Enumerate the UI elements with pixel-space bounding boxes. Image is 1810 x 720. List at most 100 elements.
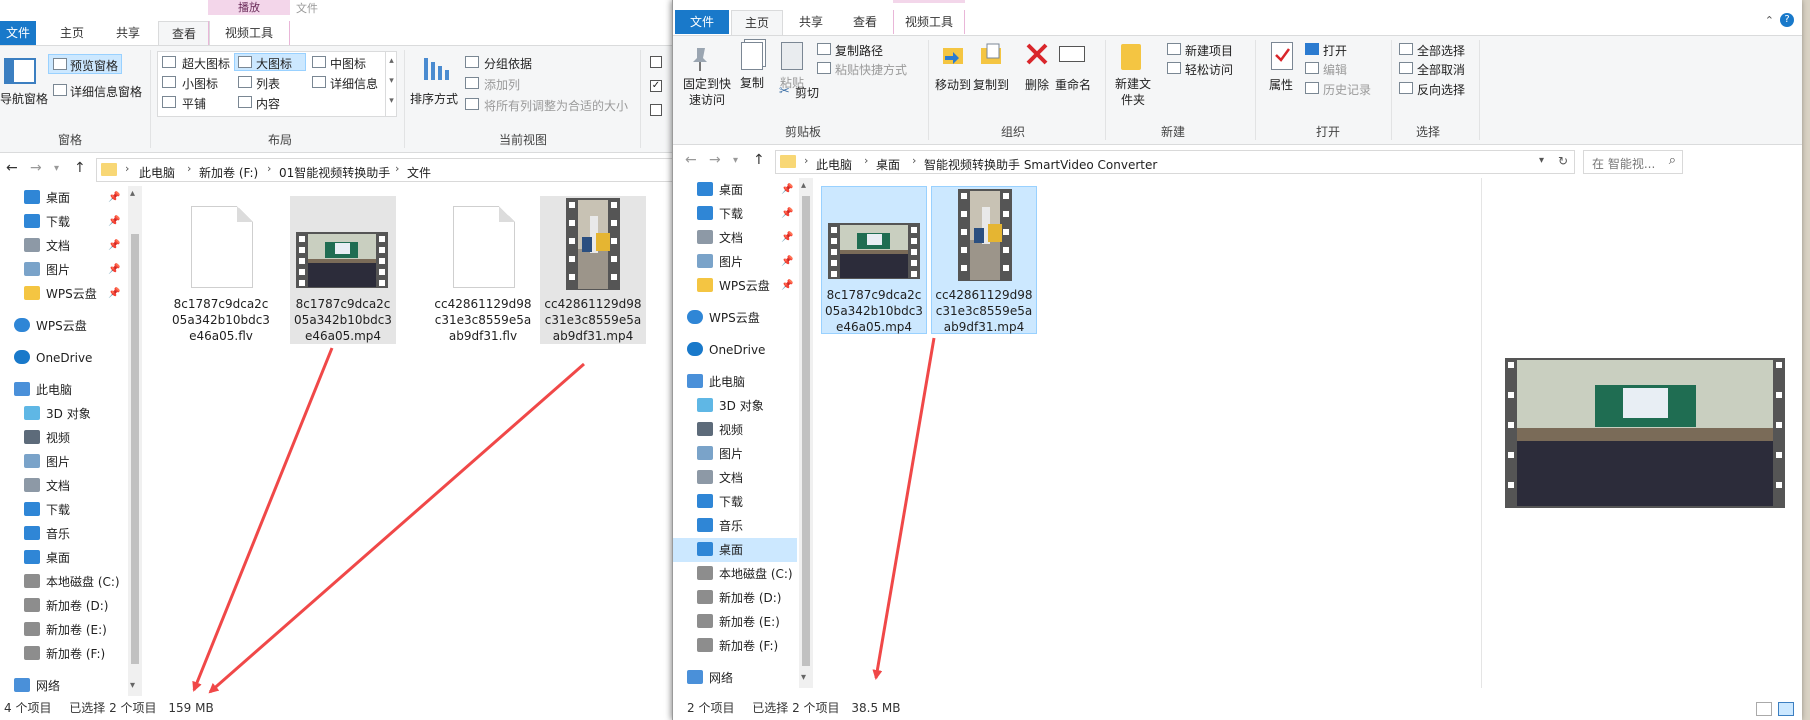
pin-quick-access-button[interactable]: 固定到快速访问 <box>681 76 733 108</box>
nav-item-quick[interactable]: WPS云盘 <box>0 282 122 306</box>
tab-share[interactable]: 共享 <box>785 10 837 34</box>
nav-item-quick[interactable]: 下载 <box>673 202 795 226</box>
nav-item-pc[interactable]: 本地磁盘 (C:) <box>673 562 797 586</box>
chevron-right-icon[interactable]: › <box>125 162 129 175</box>
layout-small[interactable]: 小图标 <box>182 75 218 92</box>
add-columns-button[interactable]: 添加列 <box>484 76 520 93</box>
tab-file[interactable]: 文件 <box>675 10 729 34</box>
preview-pane-button[interactable]: 预览窗格 <box>70 57 118 74</box>
hidden-checkbox[interactable] <box>650 104 662 116</box>
up-icon[interactable]: ↑ <box>74 160 86 176</box>
breadcrumb-item[interactable]: 01智能视频转换助手 <box>279 164 390 181</box>
file-item[interactable]: 8c1787c9dca2c05a342b10bdc3e46a05.flv <box>168 196 274 344</box>
nav-scrollbar[interactable]: ▴ ▾ <box>799 178 813 688</box>
tab-home[interactable]: 主页 <box>46 21 98 45</box>
nav-item-pc[interactable]: 新加卷 (D:) <box>673 586 797 610</box>
nav-item-quick[interactable]: 文档 <box>0 234 122 258</box>
nav-item-this-pc[interactable]: 此电脑 <box>673 370 795 394</box>
address-dropdown-icon[interactable]: ▾ <box>1539 155 1544 166</box>
nav-item-pc[interactable]: 3D 对象 <box>673 394 797 418</box>
address-box[interactable]: › 此电脑 › 新加卷 (F:) › 01智能视频转换助手 › 文件 <box>96 158 720 182</box>
breadcrumb-item[interactable]: 新加卷 (F:) <box>199 164 258 181</box>
item-checkbox[interactable] <box>650 56 662 68</box>
tab-home[interactable]: 主页 <box>731 10 783 35</box>
properties-button[interactable]: 属性 <box>1269 76 1293 93</box>
nav-item-quick[interactable]: WPS云盘 <box>673 274 795 298</box>
move-to-button[interactable]: 移动到 <box>935 76 971 93</box>
nav-item-quick[interactable]: 桌面 <box>0 186 122 210</box>
nav-item-pc[interactable]: 桌面 <box>0 546 124 570</box>
breadcrumb-item[interactable]: 此电脑 <box>139 164 175 181</box>
tab-view[interactable]: 查看 <box>839 10 891 34</box>
nav-item-network[interactable]: 网络 <box>673 666 795 690</box>
chevron-right-icon[interactable]: › <box>864 154 868 167</box>
group-by-button[interactable]: 分组依据 <box>484 55 532 72</box>
nav-item-pc[interactable]: 新加卷 (D:) <box>0 594 124 618</box>
nav-item-quick[interactable]: 下载 <box>0 210 122 234</box>
new-item-button[interactable]: 新建项目 <box>1185 42 1233 59</box>
file-item[interactable]: 8c1787c9dca2c05a342b10bdc3e46a05.mp4 <box>821 186 927 334</box>
nav-scroll-thumb[interactable] <box>131 234 139 664</box>
history-button[interactable]: 历史记录 <box>1323 81 1371 98</box>
search-box[interactable]: 在 智能视... ⌕ <box>1583 150 1683 174</box>
copy-to-button[interactable]: 复制到 <box>973 76 1009 93</box>
layout-gallery-scroll[interactable]: ▴ ▾ ▾ <box>385 51 397 117</box>
address-box[interactable]: › 此电脑 › 桌面 › 智能视频转换助手 SmartVideo Convert… <box>775 150 1575 174</box>
help-icon[interactable]: ? <box>1780 13 1794 27</box>
new-folder-button[interactable]: 新建文件夹 <box>1113 76 1153 108</box>
nav-item-pc[interactable]: 新加卷 (E:) <box>0 618 124 642</box>
nav-item-wps[interactable]: WPS云盘 <box>673 306 795 330</box>
forward-icon[interactable]: → <box>709 152 721 168</box>
layout-content[interactable]: 内容 <box>256 95 280 112</box>
collapse-ribbon-icon[interactable]: ⌃ <box>1765 14 1774 27</box>
scroll-down-icon[interactable]: ▾ <box>801 672 806 683</box>
nav-pane-button[interactable]: 导航窗格 <box>0 90 48 107</box>
tab-file[interactable]: 文件 <box>0 21 36 45</box>
layout-list[interactable]: 列表 <box>256 75 280 92</box>
cut-button[interactable]: 剪切 <box>795 84 819 101</box>
nav-item-pc[interactable]: 新加卷 (F:) <box>0 642 124 666</box>
nav-item-network[interactable]: 网络 <box>0 674 122 698</box>
open-button[interactable]: 打开 <box>1323 42 1347 59</box>
nav-item-pc[interactable]: 桌面 <box>673 538 797 562</box>
nav-scroll-thumb[interactable] <box>802 196 810 666</box>
breadcrumb-item[interactable]: 桌面 <box>876 156 900 173</box>
nav-item-onedrive[interactable]: OneDrive <box>673 338 795 362</box>
chevron-right-icon[interactable]: › <box>395 162 399 175</box>
back-icon[interactable]: ← <box>685 152 697 168</box>
tab-video-tools[interactable]: 视频工具 <box>208 21 290 45</box>
copy-path-button[interactable]: 复制路径 <box>835 42 883 59</box>
nav-item-quick[interactable]: 文档 <box>673 226 795 250</box>
file-item[interactable]: cc42861129d98c31e3c8559e5aab9df31.mp4 <box>931 186 1037 334</box>
nav-item-pc[interactable]: 图片 <box>673 442 797 466</box>
nav-item-pc[interactable]: 下载 <box>0 498 124 522</box>
nav-item-pc[interactable]: 新加卷 (F:) <box>673 634 797 658</box>
layout-medium[interactable]: 中图标 <box>330 55 366 72</box>
recent-chevron-icon[interactable]: ▾ <box>54 163 59 174</box>
select-all-button[interactable]: 全部选择 <box>1417 42 1465 59</box>
chevron-right-icon[interactable]: › <box>267 162 271 175</box>
rename-button[interactable]: 重命名 <box>1055 76 1091 93</box>
scroll-up-icon[interactable]: ▴ <box>801 180 806 191</box>
copy-button[interactable]: 复制 <box>740 74 764 91</box>
details-pane-button[interactable]: 详细信息窗格 <box>70 83 142 100</box>
file-item[interactable]: cc42861129d98c31e3c8559e5aab9df31.mp4 <box>540 196 646 344</box>
nav-item-pc[interactable]: 新加卷 (E:) <box>673 610 797 634</box>
tab-share[interactable]: 共享 <box>102 21 154 45</box>
nav-item-quick[interactable]: 图片 <box>673 250 795 274</box>
select-none-button[interactable]: 全部取消 <box>1417 61 1465 78</box>
delete-button[interactable]: 删除 <box>1025 76 1049 93</box>
forward-icon[interactable]: → <box>30 160 42 176</box>
extension-checkbox[interactable]: ✓ <box>650 80 662 92</box>
file-item[interactable]: cc42861129d98c31e3c8559e5aab9df31.flv <box>430 196 536 344</box>
large-icons-view-icon[interactable] <box>1778 702 1794 716</box>
nav-item-pc[interactable]: 3D 对象 <box>0 402 124 426</box>
chevron-right-icon[interactable]: › <box>187 162 191 175</box>
refresh-icon[interactable]: ↻ <box>1558 154 1568 168</box>
chevron-right-icon[interactable]: › <box>912 154 916 167</box>
up-icon[interactable]: ↑ <box>753 152 765 168</box>
breadcrumb-item[interactable]: 文件 <box>407 164 431 181</box>
recent-chevron-icon[interactable]: ▾ <box>733 155 738 166</box>
nav-item-this-pc[interactable]: 此电脑 <box>0 378 122 402</box>
scroll-up-icon[interactable]: ▴ <box>130 188 135 199</box>
